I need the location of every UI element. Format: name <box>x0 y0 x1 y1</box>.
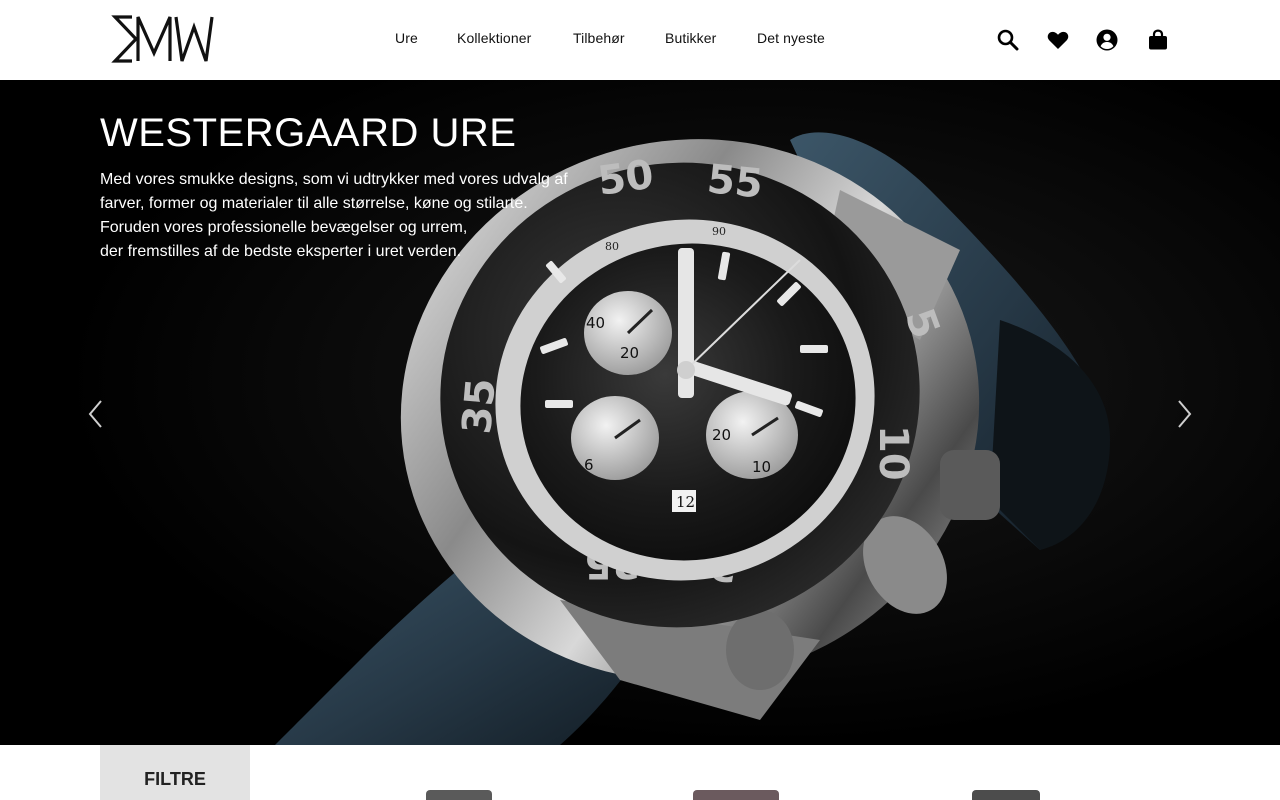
product-thumbnail[interactable] <box>693 790 779 800</box>
subdial-number: 10 <box>752 458 771 476</box>
filter-label: FILTRE <box>144 769 206 789</box>
nav-item-tilbehor[interactable]: Tilbehør <box>573 30 625 46</box>
hero-banner: 50 55 5 10 20 25 35 90 80 40 20 <box>0 80 1280 745</box>
site-header: Ure Kollektioner Tilbehør Butikker Det n… <box>0 0 1280 80</box>
bezel-number: 55 <box>705 156 765 208</box>
nav-item-det-nyeste[interactable]: Det nyeste <box>757 30 825 46</box>
search-icon[interactable] <box>996 28 1020 52</box>
hero-description: Med vores smukke designs, som vi udtrykk… <box>100 168 660 264</box>
user-icon[interactable] <box>1095 28 1119 52</box>
carousel-next-arrow[interactable] <box>1172 398 1196 430</box>
product-thumbnail[interactable] <box>426 790 492 800</box>
nav-item-kollektioner[interactable]: Kollektioner <box>457 30 531 46</box>
bezel-number: 10 <box>870 425 916 481</box>
hero-description-line: der fremstilles af de bedste eksperter i… <box>100 243 462 260</box>
hero-title: WESTERGAARD URE <box>100 111 517 155</box>
bag-icon[interactable] <box>1146 28 1170 52</box>
nav-item-ure[interactable]: Ure <box>395 30 418 46</box>
subdial-number: 20 <box>620 344 639 362</box>
nav-item-butikker[interactable]: Butikker <box>665 30 716 46</box>
product-thumbnail[interactable] <box>972 790 1040 800</box>
carousel-prev-arrow[interactable] <box>84 398 108 430</box>
dial-number: 90 <box>712 225 726 238</box>
main-nav: Ure Kollektioner Tilbehør Butikker Det n… <box>0 30 1280 48</box>
date-window: 12 <box>676 493 695 511</box>
hero-description-line: Med vores smukke designs, som vi udtrykk… <box>100 171 568 188</box>
filter-button[interactable]: FILTRE <box>100 745 250 800</box>
subdial-number: 20 <box>712 426 731 444</box>
subdial-number: 6 <box>584 456 594 474</box>
subdial-number: 40 <box>586 314 605 332</box>
heart-icon[interactable] <box>1046 28 1070 52</box>
hero-description-line: farver, former og materialer til alle st… <box>100 195 528 212</box>
hero-description-line: Foruden vores professionelle bevægelser … <box>100 219 468 236</box>
